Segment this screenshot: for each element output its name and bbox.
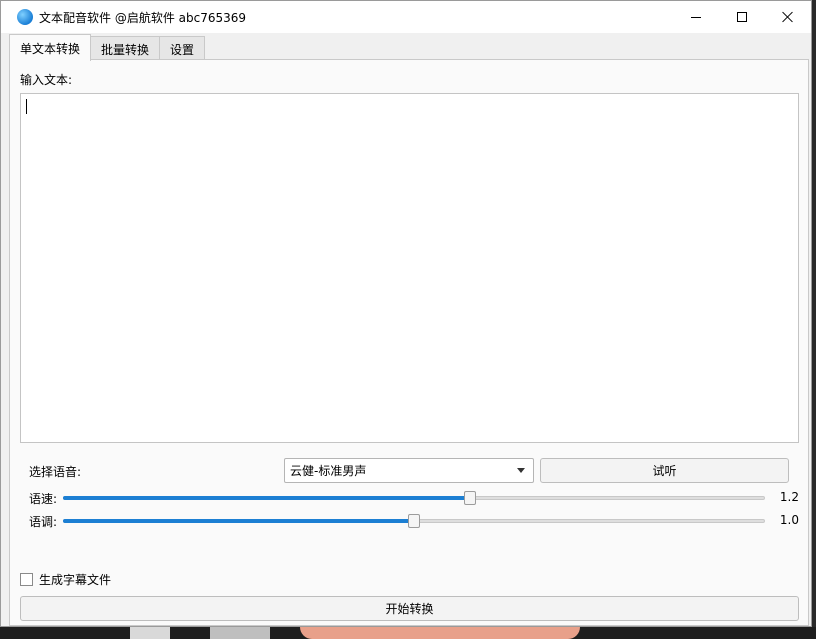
- speed-slider-fill: [63, 496, 469, 500]
- subtitle-checkbox[interactable]: [20, 573, 33, 586]
- text-caret: [26, 99, 27, 114]
- minimize-icon: [691, 16, 701, 18]
- speed-row: 语速: 1.2: [29, 489, 799, 507]
- chevron-down-icon: [517, 468, 525, 473]
- text-input-area[interactable]: [20, 93, 799, 443]
- speed-label: 语速:: [29, 492, 58, 506]
- maximize-icon: [737, 12, 747, 22]
- maximize-button[interactable]: [719, 1, 765, 33]
- subtitle-option[interactable]: 生成字幕文件: [20, 571, 111, 588]
- input-text-label: 输入文本:: [20, 73, 73, 87]
- voice-select-value: 云健-标准男声: [290, 464, 367, 478]
- desktop-shape: [130, 627, 170, 639]
- tab-bar: 单文本转换 批量转换 设置: [9, 34, 206, 61]
- tab-batch[interactable]: 批量转换: [90, 36, 161, 61]
- voice-label: 选择语音:: [29, 465, 82, 479]
- pitch-row: 语调: 1.0: [29, 512, 799, 530]
- subtitle-checkbox-label: 生成字幕文件: [39, 573, 112, 587]
- speed-slider[interactable]: [63, 491, 765, 505]
- speed-value: 1.2: [779, 490, 799, 504]
- tab-settings[interactable]: 设置: [159, 36, 206, 61]
- tab-single-text[interactable]: 单文本转换: [9, 34, 92, 61]
- speed-slider-handle[interactable]: [464, 491, 476, 505]
- pitch-slider-handle[interactable]: [408, 514, 420, 528]
- app-window: 文本配音软件 @启航软件 abc765369 单文本转换 批量转换 设置 输入文…: [0, 0, 812, 627]
- pitch-value: 1.0: [779, 513, 799, 527]
- pitch-slider[interactable]: [63, 514, 765, 528]
- close-button[interactable]: [765, 1, 811, 33]
- desktop-shape: [300, 627, 580, 639]
- pitch-slider-fill: [63, 519, 413, 523]
- title-bar[interactable]: 文本配音软件 @启航软件 abc765369: [1, 1, 811, 33]
- single-text-panel: 输入文本: 选择语音: 云健-标准男声 试听 语速: 1.2 语调: 1.0 生…: [9, 59, 809, 626]
- voice-select[interactable]: 云健-标准男声: [284, 458, 534, 483]
- desktop-background: [0, 627, 816, 639]
- minimize-button[interactable]: [673, 1, 719, 33]
- app-globe-icon: [17, 9, 33, 25]
- start-convert-button[interactable]: 开始转换: [20, 596, 799, 621]
- window-title: 文本配音软件 @启航软件 abc765369: [39, 10, 247, 25]
- close-icon: [782, 11, 794, 23]
- pitch-label: 语调:: [29, 515, 58, 529]
- preview-button[interactable]: 试听: [540, 458, 789, 483]
- desktop-shape: [210, 627, 270, 639]
